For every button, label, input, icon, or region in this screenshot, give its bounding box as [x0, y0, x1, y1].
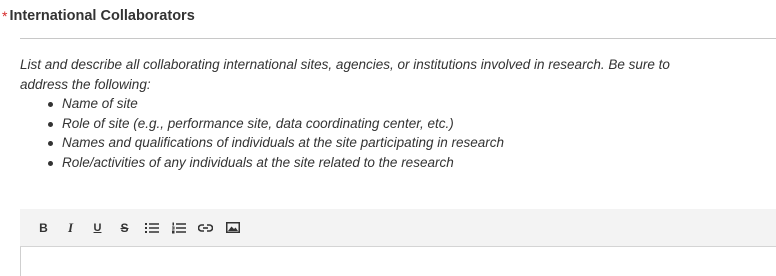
instructions-list-item: Names and qualifications of individuals … [34, 133, 776, 153]
bold-icon: B [39, 220, 48, 235]
bulleted-list-button[interactable] [138, 215, 165, 241]
link-button[interactable] [192, 215, 219, 241]
rich-text-editor: B I U S [20, 209, 776, 276]
instructions-list: Name of site Role of site (e.g., perform… [20, 94, 776, 172]
italic-button[interactable]: I [57, 215, 84, 241]
bold-button[interactable]: B [30, 215, 57, 241]
editor-toolbar: B I U S [20, 209, 776, 247]
underline-icon: U [93, 221, 102, 234]
required-marker: * [2, 8, 8, 24]
header-divider [20, 38, 776, 39]
numbered-list-icon [171, 222, 186, 233]
instructions-list-item: Role of site (e.g., performance site, da… [34, 114, 776, 134]
italic-icon: I [67, 219, 74, 235]
link-icon [198, 223, 213, 232]
field-instructions: List and describe all collaborating inte… [20, 55, 776, 172]
field-title: International Collaborators [9, 8, 195, 24]
strikethrough-button[interactable]: S [111, 215, 138, 241]
international-collaborators-field: * International Collaborators List and d… [0, 0, 776, 276]
editor-content-area[interactable] [20, 247, 776, 276]
instructions-list-item: Name of site [34, 94, 776, 114]
instructions-intro-cont: address the following: [20, 76, 151, 92]
field-header: * International Collaborators [0, 6, 195, 26]
insert-image-button[interactable] [219, 215, 246, 241]
image-icon [225, 222, 240, 233]
numbered-list-button[interactable] [165, 215, 192, 241]
bulleted-list-icon [144, 222, 159, 233]
instructions-list-item: Role/activities of any individuals at th… [34, 153, 776, 173]
instructions-intro: List and describe all collaborating inte… [20, 57, 670, 72]
strikethrough-icon: S [120, 220, 129, 235]
underline-button[interactable]: U [84, 215, 111, 241]
